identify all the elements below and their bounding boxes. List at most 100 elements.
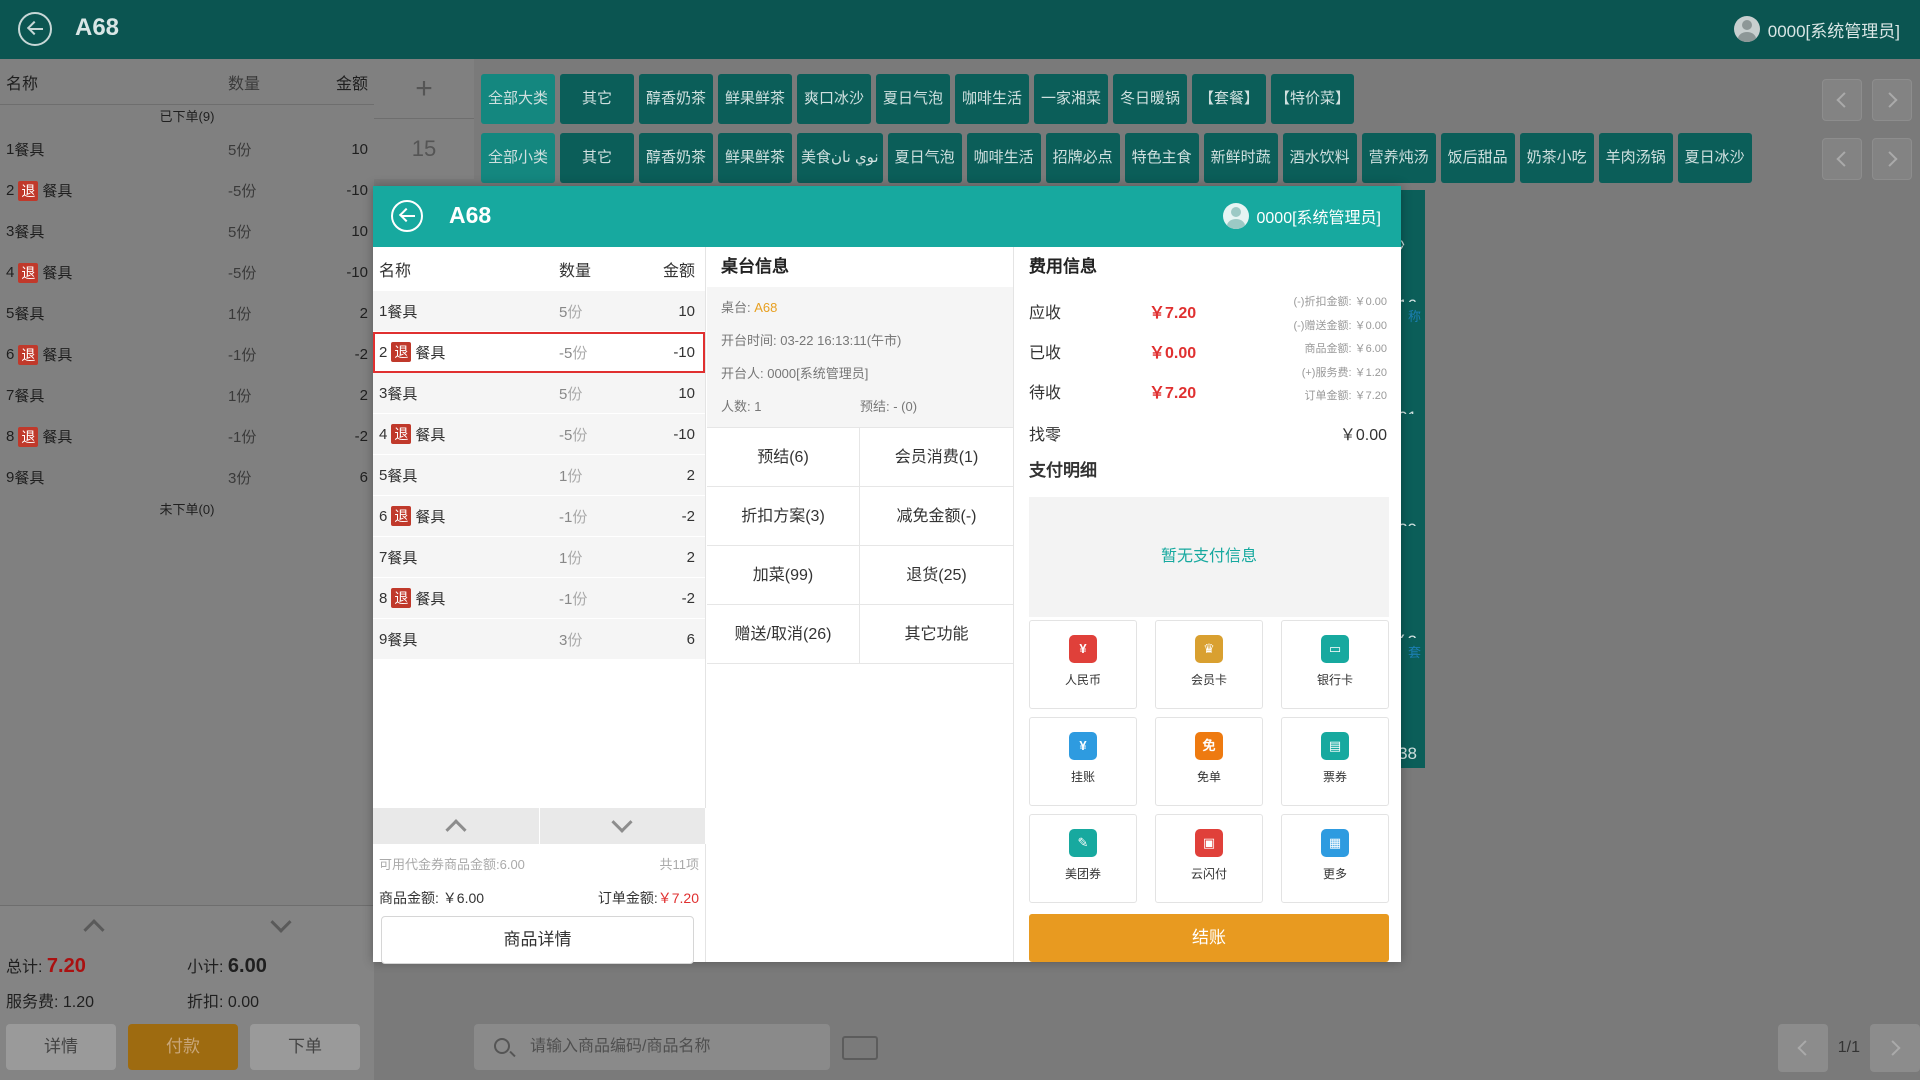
subcategory-chip[interactable]: 饭后甜品	[1440, 133, 1515, 183]
order-row[interactable]: 7 餐具 1份 2	[373, 537, 705, 578]
category-chip[interactable]: 爽口冰沙	[797, 74, 871, 124]
order-row[interactable]: 6 退餐具 -1份 -2	[0, 334, 374, 375]
function-button[interactable]: 加菜(99)	[707, 546, 860, 605]
subcategory-chip[interactable]: 全部小类	[481, 133, 555, 183]
item-qty: 3份	[228, 470, 252, 487]
scroll-down-button[interactable]	[540, 808, 706, 844]
subcategory-chip[interactable]: 咖啡生活	[966, 133, 1041, 183]
add-guest-button[interactable]: +	[374, 59, 474, 119]
subcategory-chip[interactable]: 新鲜时蔬	[1203, 133, 1278, 183]
order-row[interactable]: 9 餐具 3份 6	[373, 619, 705, 660]
product-tag: 套	[1407, 645, 1421, 660]
category-chip[interactable]: 冬日暖锅	[1113, 74, 1187, 124]
category-chip[interactable]: 咖啡生活	[955, 74, 1029, 124]
payment-method-button[interactable]: ▤ 票券	[1281, 717, 1389, 806]
function-button[interactable]: 赠送/取消(26)	[707, 605, 860, 664]
order-row[interactable]: 5 餐具 1份 2	[0, 293, 374, 334]
category-next-button[interactable]	[1872, 79, 1912, 121]
breakdown-line: (+)服务费: ￥1.20	[1301, 366, 1387, 379]
function-button[interactable]: 折扣方案(3)	[707, 487, 860, 546]
back-icon[interactable]	[18, 12, 52, 46]
function-button[interactable]: 减免金额(-)	[860, 487, 1013, 546]
payment-method-button[interactable]: ♛ 会员卡	[1155, 620, 1263, 709]
item-name: 餐具	[387, 549, 418, 567]
category-chip[interactable]: 夏日气泡	[876, 74, 950, 124]
order-row[interactable]: 2 退餐具 -5份 -10	[373, 332, 705, 373]
subcategory-chip[interactable]: 特色主食	[1124, 133, 1199, 183]
page-next-button[interactable]	[1870, 1024, 1920, 1072]
detail-button[interactable]: 详情	[6, 1024, 116, 1070]
category-prev-button[interactable]	[1822, 79, 1862, 121]
keyboard-icon[interactable]	[842, 1036, 878, 1060]
category-chip[interactable]: 一家湘菜	[1034, 74, 1108, 124]
scroll-up-button[interactable]	[373, 808, 540, 844]
category-chip[interactable]: 其它	[560, 74, 634, 124]
refund-badge: 退	[18, 180, 39, 201]
pay-button[interactable]: 付款	[128, 1024, 238, 1070]
subcategory-chip[interactable]: 其它	[560, 133, 634, 183]
order-row[interactable]: 6 退餐具 -1份 -2	[373, 496, 705, 537]
function-button[interactable]: 其它功能	[860, 605, 1013, 664]
payment-method-button[interactable]: ¥ 人民币	[1029, 620, 1137, 709]
category-chip[interactable]: 【套餐】	[1192, 74, 1266, 124]
dialog-header: A68 0000[系统管理员]	[373, 186, 1401, 247]
place-order-button[interactable]: 下单	[250, 1024, 360, 1070]
order-row[interactable]: 3 餐具 5份 10	[373, 373, 705, 414]
payment-method-button[interactable]: ✎ 美团券	[1029, 814, 1137, 903]
order-row[interactable]: 2 退餐具 -5份 -10	[0, 170, 374, 211]
search-input[interactable]: 请输入商品编码/商品名称	[474, 1024, 830, 1070]
order-row[interactable]: 4 退餐具 -5份 -10	[373, 414, 705, 455]
col-name: 名称	[6, 75, 39, 93]
product-detail-button[interactable]: 商品详情	[381, 916, 694, 964]
function-button[interactable]: 预结(6)	[707, 428, 860, 487]
payment-method-button[interactable]: 免免单	[1155, 717, 1263, 806]
order-row[interactable]: 8 退餐具 -1份 -2	[0, 416, 374, 457]
function-button[interactable]: 退货(25)	[860, 546, 1013, 605]
subcategory-chip[interactable]: 营养炖汤	[1361, 133, 1436, 183]
payment-method-button[interactable]: ▣ 云闪付	[1155, 814, 1263, 903]
category-chip[interactable]: 【特价菜】	[1271, 74, 1355, 124]
fee-breakdown: (-)折扣金额: ￥0.00 (-)赠送金额: ￥0.00 商品金额: ￥6.00 (…	[1293, 291, 1387, 409]
page-prev-button[interactable]	[1777, 1024, 1828, 1072]
no-payment-placeholder: 暂无支付信息	[1029, 497, 1389, 617]
checkout-button[interactable]: 结账	[1029, 914, 1389, 962]
function-button[interactable]: 会员消费(1)	[860, 428, 1013, 487]
back-icon[interactable]	[391, 200, 423, 232]
subcategory-chip[interactable]: 美食نوي نان	[797, 133, 883, 183]
category-chip[interactable]: 鲜果鲜茶	[718, 74, 792, 124]
subcategory-chip[interactable]: 招牌必点	[1045, 133, 1120, 183]
category-chip[interactable]: 醇香奶茶	[639, 74, 713, 124]
subcategory-chip[interactable]: 鲜果鲜茶	[718, 133, 792, 183]
order-row[interactable]: 5 餐具 1份 2	[373, 455, 705, 496]
order-row[interactable]: 1 餐具 5份 10	[373, 291, 705, 332]
payment-method-button[interactable]: ▭ 银行卡	[1281, 620, 1389, 709]
row-number: 9	[379, 630, 388, 648]
user-info[interactable]: 0000[系统管理员]	[1733, 16, 1900, 42]
presettle-info: 预结: - (0)	[860, 399, 918, 414]
order-row[interactable]: 1 餐具 5份 10	[0, 129, 374, 170]
subcategory-chip[interactable]: 夏日气泡	[887, 133, 962, 183]
category-chip[interactable]: 全部大类	[481, 74, 555, 124]
item-qty: 1份	[228, 306, 252, 323]
unplaced-section-label: 未下单(0)	[159, 502, 215, 517]
scroll-up-button[interactable]	[0, 906, 187, 945]
subcategory-prev-button[interactable]	[1822, 138, 1862, 180]
order-row[interactable]: 8 退餐具 -1份 -2	[373, 578, 705, 619]
order-row[interactable]: 4 退餐具 -5份 -10	[0, 252, 374, 293]
subcategory-chip[interactable]: 夏日冰沙	[1677, 133, 1752, 183]
subcategory-chip[interactable]: 奶茶小吃	[1519, 133, 1594, 183]
order-item-name: 4 退餐具	[379, 424, 559, 445]
item-qty: 1份	[559, 465, 649, 486]
order-row[interactable]: 7 餐具 1份 2	[0, 375, 374, 416]
discount: 折扣: 0.00	[187, 994, 260, 1011]
scroll-down-button[interactable]	[187, 906, 374, 945]
subcategory-chip[interactable]: 醇香奶茶	[639, 133, 713, 183]
subcategory-chip[interactable]: 羊肉汤锅	[1598, 133, 1673, 183]
order-row[interactable]: 3 餐具 5份 10	[0, 211, 374, 252]
dialog-order-list: 名称 数量 金额 1 餐具 5份 10 2 退餐具 -5份 -10 3 餐具 5份 10 4 退餐具 -…	[373, 247, 706, 964]
order-row[interactable]: 9 餐具 3份 6	[0, 457, 374, 498]
payment-method-button[interactable]: ▦ 更多	[1281, 814, 1389, 903]
payment-method-button[interactable]: ¥ 挂账	[1029, 717, 1137, 806]
subcategory-chip[interactable]: 酒水饮料	[1282, 133, 1357, 183]
subcategory-next-button[interactable]	[1872, 138, 1912, 180]
